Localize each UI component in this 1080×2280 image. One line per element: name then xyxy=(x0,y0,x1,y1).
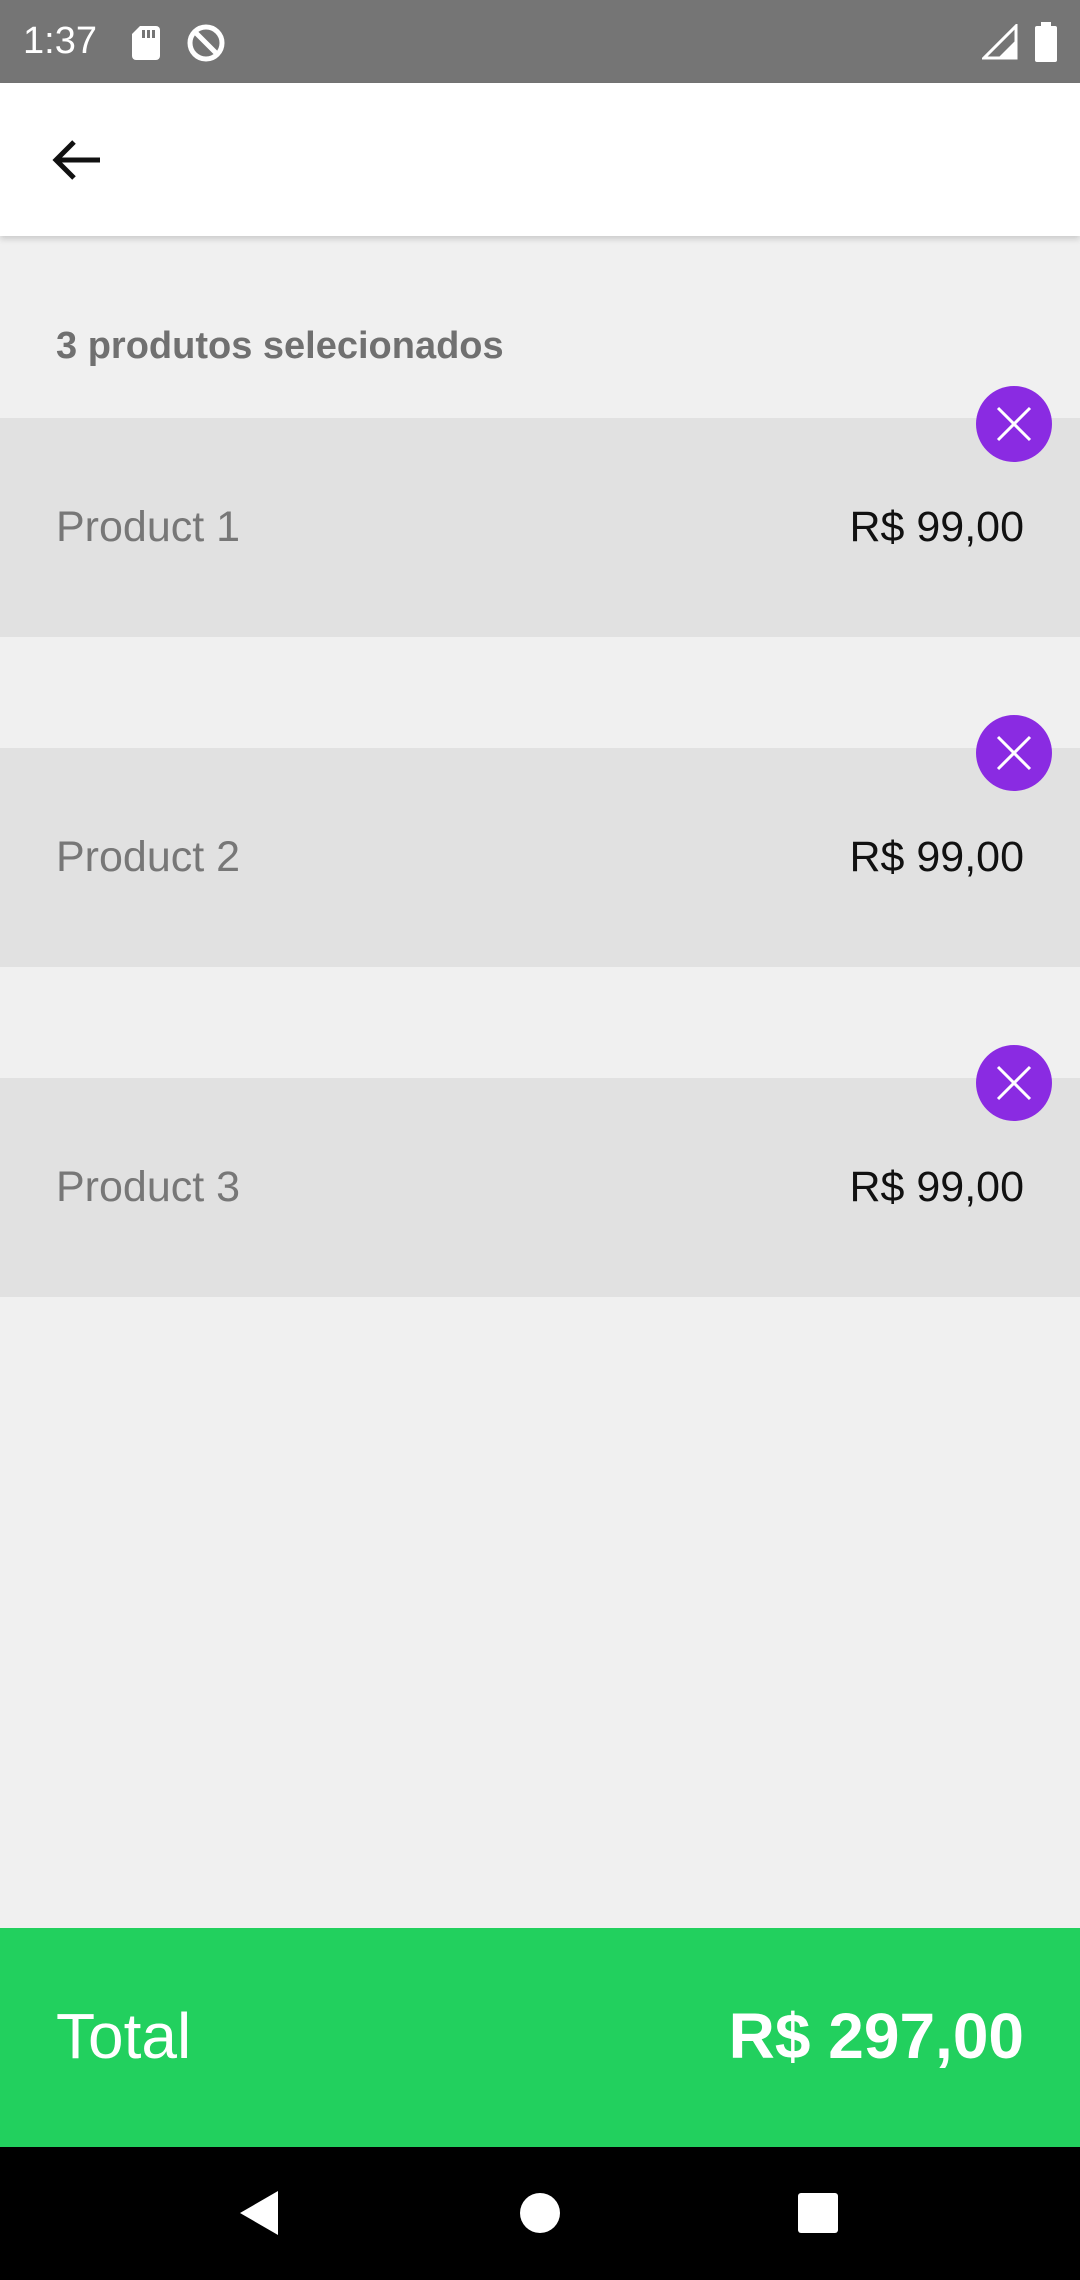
product-name: Product 1 xyxy=(56,503,241,551)
data-saver-icon xyxy=(187,24,225,62)
back-triangle-icon xyxy=(240,2191,278,2235)
home-circle-icon xyxy=(520,2193,560,2233)
signal-icon xyxy=(982,24,1018,60)
remove-product-button[interactable] xyxy=(976,715,1052,791)
total-label: Total xyxy=(56,2000,192,2072)
total-bar: Total R$ 297,00 xyxy=(0,1928,1080,2147)
nav-recents-button[interactable] xyxy=(778,2173,858,2253)
back-button[interactable] xyxy=(36,120,116,200)
total-value: R$ 297,00 xyxy=(728,2000,1024,2072)
product-price: R$ 99,00 xyxy=(849,1163,1024,1211)
battery-icon xyxy=(1035,22,1057,62)
product-row: Product 3 R$ 99,00 xyxy=(0,1078,1080,1297)
close-icon xyxy=(996,735,1032,771)
nav-home-button[interactable] xyxy=(500,2173,580,2253)
status-time: 1:37 xyxy=(23,20,97,62)
nav-back-button[interactable] xyxy=(220,2173,300,2253)
close-icon xyxy=(996,406,1032,442)
product-name: Product 3 xyxy=(56,1163,241,1211)
remove-product-button[interactable] xyxy=(976,1045,1052,1121)
product-price: R$ 99,00 xyxy=(849,833,1024,881)
close-icon xyxy=(996,1065,1032,1101)
navigation-bar xyxy=(0,2147,1080,2280)
product-price: R$ 99,00 xyxy=(849,503,1024,551)
sd-card-icon xyxy=(132,26,160,60)
arrow-left-icon xyxy=(52,140,100,180)
recents-square-icon xyxy=(798,2193,838,2233)
remove-product-button[interactable] xyxy=(976,386,1052,462)
status-bar: 1:37 xyxy=(0,0,1080,83)
product-name: Product 2 xyxy=(56,833,241,881)
selected-products-count: 3 produtos selecionados xyxy=(56,325,504,367)
app-bar xyxy=(0,83,1080,236)
product-row: Product 1 R$ 99,00 xyxy=(0,418,1080,637)
product-row: Product 2 R$ 99,00 xyxy=(0,748,1080,967)
